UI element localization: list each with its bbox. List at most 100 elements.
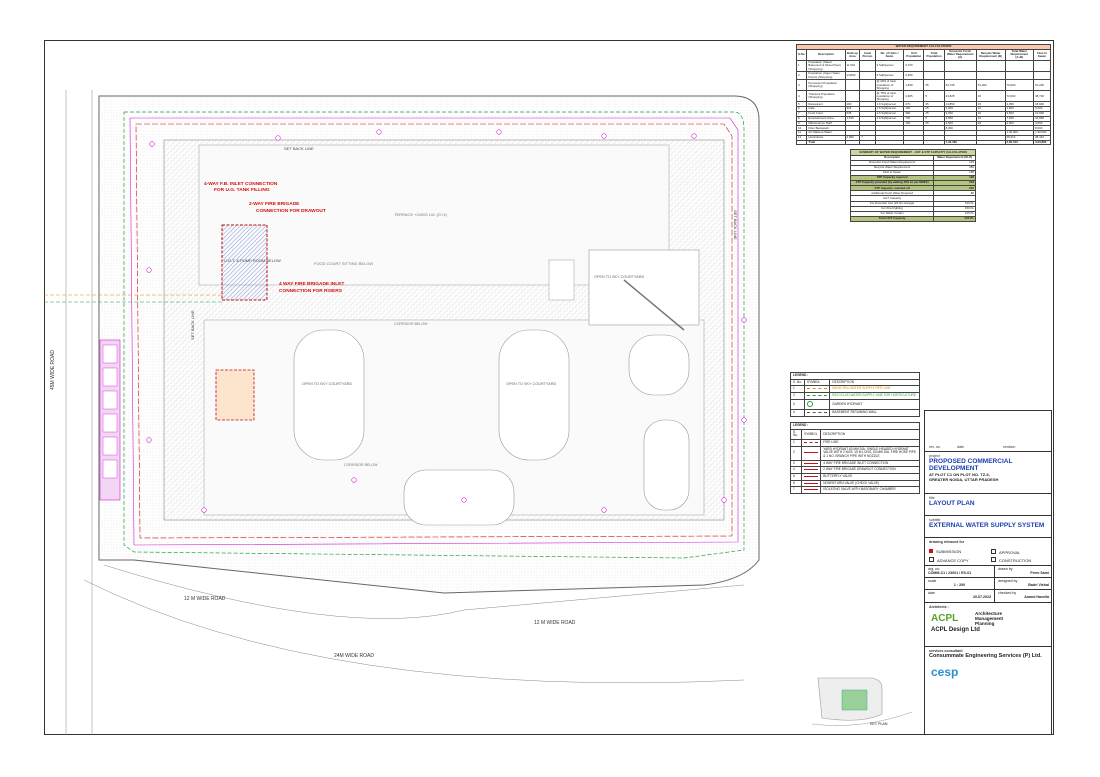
- legend2-no: 2: [789, 445, 803, 461]
- released-for-heading: drawing released for: [929, 540, 965, 544]
- legend2-no: 5: [789, 473, 803, 481]
- water-table-cell: [903, 139, 925, 146]
- drawing-date: 20.07.2023: [973, 595, 991, 599]
- option-advance-copy: ADVANCE COPY: [929, 557, 969, 563]
- architects-label: Architects :: [929, 605, 949, 609]
- water-table-cell: [874, 139, 905, 146]
- site-layout-plan: 4-WAY F.B. INLET CONNECTION FOR U.G. TAN…: [44, 90, 760, 735]
- key-plan: KEY PLAN: [811, 672, 920, 730]
- legend2-desc: FIRE LINE: [820, 439, 920, 447]
- water-table-header: Built up Area: [844, 48, 861, 61]
- water-table-cell: [795, 139, 808, 146]
- water-table-cell: 70,000: [1004, 79, 1035, 92]
- legend2-symbol-icon: [801, 439, 822, 447]
- water-table-cell: 3,63,883: [1033, 139, 1051, 146]
- legend2-desc: 2 WAY FIRE BRIGADE DRAWOUT CONNECTION: [820, 466, 920, 475]
- legend2-row: 1 FIRE LINE: [789, 439, 920, 447]
- water-table-cell: 2: [795, 71, 808, 81]
- water-table-header: Total Water Requirement (A+B): [1004, 48, 1035, 61]
- water-table-cell: 72,000: [1004, 90, 1035, 103]
- water-table-cell: 5: [923, 90, 945, 103]
- legend2-row: 2 YARD HYDRANT 63 MM DIA. SINGLE HEADED H…: [789, 445, 920, 461]
- architect-section: Architects : ACPL ACPL Design Ltd Archit…: [925, 603, 1051, 647]
- water-table-cell: [844, 90, 861, 103]
- legend1-header-desc: DESCRIPTION: [829, 378, 920, 387]
- water-requirement-panel: WATER REQUIREMENT CALCULATIONS S.No. Desc…: [795, 44, 1051, 222]
- water-table-cell: 2,96,163: [1004, 139, 1035, 146]
- water-table-header: Area/ Person: [859, 48, 876, 61]
- water-table-cell: [943, 71, 977, 81]
- checked-by: Anand Havelia: [1024, 595, 1049, 599]
- project-title: PROPOSED COMMERCIAL DEVELOPMENT: [929, 458, 1013, 472]
- callout-fb-inlet-ugt: 4-WAY F.B. INLET CONNECTION: [204, 181, 278, 187]
- legend2-symbol-icon: [801, 466, 822, 475]
- water-table-header: Recycle Water Requirement (B): [975, 48, 1006, 61]
- legend1-desc: RECYCLED WATER SUPPLY LINE FOR HORTICULT…: [829, 392, 920, 400]
- callout-fb-drawout: 2-WAY FIRE BRIGADE: [249, 201, 300, 207]
- water-table-row: 1 Population (Sales/ Basement & Street Fl…: [795, 59, 1051, 73]
- water-table-cell: @ 20% of total population of Shopping: [874, 79, 905, 92]
- callout-fb-risers: 4 WAY FIRE BRIGADE INLET: [279, 281, 344, 287]
- water-table-cell: 3: [795, 79, 808, 92]
- legend2-header-desc: DESCRIPTION: [820, 428, 920, 441]
- legend1-symbol-icon: [803, 398, 831, 411]
- water-table-cell: [859, 59, 876, 73]
- option-construction-label: CONSTRUCTION: [999, 558, 1032, 563]
- water-table-cell: [1033, 71, 1051, 81]
- release-section: drawing released for SUBMISSION APPROVAL…: [925, 538, 1051, 566]
- water-table-cell: [844, 79, 861, 92]
- legend2-desc: 4 WAY FIRE BRIGADE INLET CONNECTION: [820, 459, 920, 468]
- courtyard-2: [498, 329, 570, 461]
- option-approval: APPROVAL: [991, 549, 1020, 555]
- legend2-row: 3 4 WAY FIRE BRIGADE INLET CONNECTION: [789, 459, 920, 468]
- legend2-header-symbol: SYMBOL: [801, 428, 822, 441]
- svg-text:SET BACK LINE: SET BACK LINE: [284, 146, 314, 151]
- stp-table-cell: 590 KL: [933, 215, 976, 222]
- legend-fire-fighting: LEGEND : S. No. SYMBOL DESCRIPTION 1 FIRE L…: [789, 422, 920, 495]
- drawing-no: COMM-C1 / 23001 / ES-01: [928, 571, 972, 575]
- legend1-no: 1: [790, 385, 805, 393]
- svg-text:CORRIDOR BELOW: CORRIDOR BELOW: [344, 463, 378, 467]
- water-table-row: Total 1,32,360 2,96,163 3,63,883: [795, 139, 1051, 146]
- water-table-header: Domestic Fresh Water Requirement (A): [943, 48, 977, 61]
- water-table-cell: 6 Sqft/person: [874, 71, 905, 81]
- project-section: project PROPOSED COMMERCIAL DEVELOPMENT …: [925, 452, 1051, 494]
- water-table-cell: [1004, 59, 1035, 73]
- legend2-no: 6: [789, 479, 803, 488]
- svg-text:CORRIDOR BELOW: CORRIDOR BELOW: [394, 322, 428, 326]
- water-table-cell: 11,542: [844, 59, 861, 73]
- water-table-cell: [975, 139, 1006, 146]
- water-table-cell: 4: [795, 90, 808, 103]
- designed-by: Badri Vishal: [1028, 583, 1049, 587]
- legend2-symbol-icon: [801, 486, 822, 495]
- water-table-cell: 1,849: [903, 79, 925, 92]
- stp-table-cell: Total UGT Capacity: [849, 215, 935, 222]
- svg-text:CONNECTION FOR DRAWOUT: CONNECTION FOR DRAWOUT: [256, 208, 326, 214]
- legend2-no: 7: [789, 486, 803, 495]
- water-table-row: 3 Permanent Population (Shopping) @ 20% of…: [795, 79, 1051, 92]
- project-address-2: GREATER NOIDA, UTTAR PRADESH: [929, 477, 999, 482]
- water-table-cell: @ 75% of total population of Shopping: [874, 90, 905, 103]
- rev-date-header: date: [957, 445, 964, 449]
- water-table-header: Description: [806, 48, 846, 61]
- water-table-cell: [923, 59, 945, 73]
- water-table-cell: 24,825: [943, 90, 977, 103]
- legend1-row: 2 RECYCLED WATER SUPPLY LINE FOR HORTICUL…: [790, 392, 920, 400]
- stp-summary-table: SUMMARY OF WATER REQUIREMENT - UGT & STP…: [849, 149, 976, 222]
- architect-name: ACPL Design Ltd: [931, 627, 980, 633]
- water-table-row: 2 Population (Upper Sales Floors) (Shoppi…: [795, 71, 1051, 81]
- svg-text:OPEN TO SKY COURTYARD: OPEN TO SKY COURTYARD: [506, 382, 557, 386]
- water-table-cell: 51,200: [1033, 79, 1051, 92]
- legend2-no: 1: [789, 439, 803, 447]
- water-table-row: 4 Transient Population (Shopping) @ 75% of…: [795, 90, 1051, 103]
- rev-description-header: revision: [1003, 445, 1016, 449]
- water-table-cell: 1,32,360: [943, 139, 977, 146]
- legend2-no: 3: [789, 459, 803, 468]
- drawing-title: LAYOUT PLAN: [929, 500, 975, 507]
- architect-tag-3: Planning: [975, 621, 995, 627]
- legend2-symbol-icon: [801, 473, 822, 481]
- sewage-pump-room: [215, 369, 255, 421]
- svg-text:FOOD COURT SITTING BELOW: FOOD COURT SITTING BELOW: [314, 261, 373, 266]
- option-submission: SUBMISSION: [929, 549, 961, 554]
- legend1-desc: BASEMENT RETAINING WALL: [829, 409, 920, 418]
